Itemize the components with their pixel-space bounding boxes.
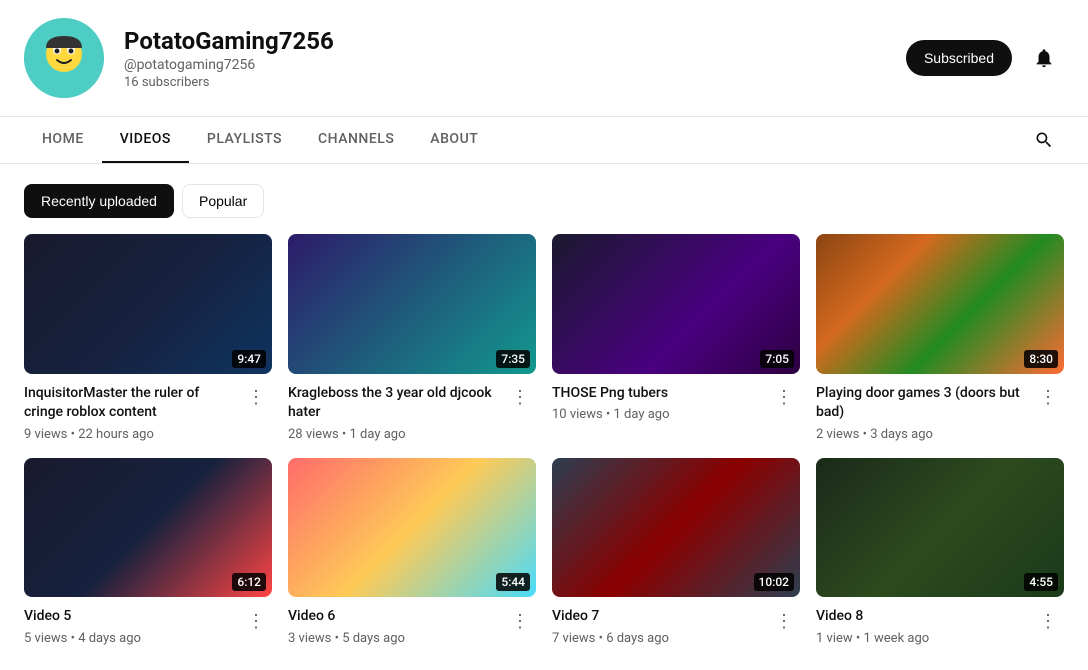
video-duration-8: 4:55 bbox=[1024, 573, 1058, 591]
video-title-3: THOSE Png tubers bbox=[552, 384, 760, 404]
video-card-5[interactable]: 6:12 Video 5 5 views • 4 days ago ⋮ bbox=[24, 458, 272, 646]
video-duration-4: 8:30 bbox=[1024, 350, 1058, 368]
video-thumbnail-1: 9:47 bbox=[24, 234, 272, 374]
video-more-button-4[interactable]: ⋮ bbox=[1032, 382, 1064, 414]
video-meta-8: Video 8 1 view • 1 week ago ⋮ bbox=[816, 607, 1064, 646]
video-thumbnail-4: 8:30 bbox=[816, 234, 1064, 374]
channel-info: PotatoGaming7256 @potatogaming7256 16 su… bbox=[124, 27, 886, 90]
video-duration-5: 6:12 bbox=[232, 573, 266, 591]
filter-popular[interactable]: Popular bbox=[182, 184, 264, 218]
header-actions: Subscribed bbox=[906, 38, 1064, 78]
video-more-button-3[interactable]: ⋮ bbox=[768, 382, 800, 414]
video-meta-7: Video 7 7 views • 6 days ago ⋮ bbox=[552, 607, 800, 646]
video-more-button-7[interactable]: ⋮ bbox=[768, 605, 800, 637]
video-stats-3: 10 views • 1 day ago bbox=[552, 407, 760, 422]
video-meta-3: THOSE Png tubers 10 views • 1 day ago ⋮ bbox=[552, 384, 800, 423]
video-title-area-2: Kragleboss the 3 year old djcook hater 2… bbox=[288, 384, 496, 442]
video-title-4: Playing door games 3 (doors but bad) bbox=[816, 384, 1024, 423]
video-card-1[interactable]: 9:47 InquisitorMaster the ruler of cring… bbox=[24, 234, 272, 442]
notification-bell-button[interactable] bbox=[1024, 38, 1064, 78]
video-meta-6: Video 6 3 views • 5 days ago ⋮ bbox=[288, 607, 536, 646]
video-title-area-5: Video 5 5 views • 4 days ago bbox=[24, 607, 232, 646]
video-title-area-1: InquisitorMaster the ruler of cringe rob… bbox=[24, 384, 232, 442]
video-title-area-6: Video 6 3 views • 5 days ago bbox=[288, 607, 496, 646]
channel-subscribers: 16 subscribers bbox=[124, 75, 886, 90]
video-title-area-3: THOSE Png tubers 10 views • 1 day ago bbox=[552, 384, 760, 423]
video-more-button-2[interactable]: ⋮ bbox=[504, 382, 536, 414]
video-card-3[interactable]: 7:05 THOSE Png tubers 10 views • 1 day a… bbox=[552, 234, 800, 442]
video-thumbnail-2: 7:35 bbox=[288, 234, 536, 374]
video-card-4[interactable]: 8:30 Playing door games 3 (doors but bad… bbox=[816, 234, 1064, 442]
search-button[interactable] bbox=[1024, 120, 1064, 160]
channel-avatar bbox=[24, 18, 104, 98]
tab-home[interactable]: HOME bbox=[24, 117, 102, 163]
video-thumbnail-3: 7:05 bbox=[552, 234, 800, 374]
video-title-6: Video 6 bbox=[288, 607, 496, 627]
video-title-7: Video 7 bbox=[552, 607, 760, 627]
video-card-8[interactable]: 4:55 Video 8 1 view • 1 week ago ⋮ bbox=[816, 458, 1064, 646]
tab-about[interactable]: ABOUT bbox=[412, 117, 496, 163]
video-stats-4: 2 views • 3 days ago bbox=[816, 427, 1024, 442]
search-icon bbox=[1034, 130, 1054, 150]
video-thumbnail-7: 10:02 bbox=[552, 458, 800, 598]
video-title-area-4: Playing door games 3 (doors but bad) 2 v… bbox=[816, 384, 1024, 442]
video-duration-7: 10:02 bbox=[754, 573, 794, 591]
video-thumbnail-5: 6:12 bbox=[24, 458, 272, 598]
video-more-button-6[interactable]: ⋮ bbox=[504, 605, 536, 637]
video-title-area-8: Video 8 1 view • 1 week ago bbox=[816, 607, 1024, 646]
filter-row: Recently uploaded Popular bbox=[0, 164, 1088, 234]
tab-channels[interactable]: CHANNELS bbox=[300, 117, 412, 163]
video-duration-6: 5:44 bbox=[496, 573, 530, 591]
video-title-1: InquisitorMaster the ruler of cringe rob… bbox=[24, 384, 232, 423]
video-more-button-8[interactable]: ⋮ bbox=[1032, 605, 1064, 637]
video-card-2[interactable]: 7:35 Kragleboss the 3 year old djcook ha… bbox=[288, 234, 536, 442]
channel-handle: @potatogaming7256 bbox=[124, 57, 886, 73]
video-duration-2: 7:35 bbox=[496, 350, 530, 368]
video-meta-1: InquisitorMaster the ruler of cringe rob… bbox=[24, 384, 272, 442]
video-more-button-1[interactable]: ⋮ bbox=[240, 382, 272, 414]
video-stats-5: 5 views • 4 days ago bbox=[24, 631, 232, 646]
video-title-2: Kragleboss the 3 year old djcook hater bbox=[288, 384, 496, 423]
video-stats-2: 28 views • 1 day ago bbox=[288, 427, 496, 442]
video-stats-8: 1 view • 1 week ago bbox=[816, 631, 1024, 646]
video-meta-4: Playing door games 3 (doors but bad) 2 v… bbox=[816, 384, 1064, 442]
video-thumbnail-6: 5:44 bbox=[288, 458, 536, 598]
video-duration-1: 9:47 bbox=[232, 350, 266, 368]
video-meta-2: Kragleboss the 3 year old djcook hater 2… bbox=[288, 384, 536, 442]
channel-nav: HOME VIDEOS PLAYLISTS CHANNELS ABOUT bbox=[0, 117, 1088, 164]
filter-recently-uploaded[interactable]: Recently uploaded bbox=[24, 184, 174, 218]
tab-playlists[interactable]: PLAYLISTS bbox=[189, 117, 300, 163]
video-title-8: Video 8 bbox=[816, 607, 1024, 627]
video-stats-6: 3 views • 5 days ago bbox=[288, 631, 496, 646]
subscribe-button[interactable]: Subscribed bbox=[906, 40, 1012, 76]
video-meta-5: Video 5 5 views • 4 days ago ⋮ bbox=[24, 607, 272, 646]
video-title-5: Video 5 bbox=[24, 607, 232, 627]
video-title-area-7: Video 7 7 views • 6 days ago bbox=[552, 607, 760, 646]
bell-icon bbox=[1033, 47, 1055, 69]
video-thumbnail-8: 4:55 bbox=[816, 458, 1064, 598]
video-stats-1: 9 views • 22 hours ago bbox=[24, 427, 232, 442]
video-more-button-5[interactable]: ⋮ bbox=[240, 605, 272, 637]
channel-name: PotatoGaming7256 bbox=[124, 27, 886, 55]
video-stats-7: 7 views • 6 days ago bbox=[552, 631, 760, 646]
tab-videos[interactable]: VIDEOS bbox=[102, 117, 189, 163]
video-card-7[interactable]: 10:02 Video 7 7 views • 6 days ago ⋮ bbox=[552, 458, 800, 646]
channel-header: PotatoGaming7256 @potatogaming7256 16 su… bbox=[0, 0, 1088, 117]
video-duration-3: 7:05 bbox=[760, 350, 794, 368]
video-grid: 9:47 InquisitorMaster the ruler of cring… bbox=[0, 234, 1088, 670]
video-card-6[interactable]: 5:44 Video 6 3 views • 5 days ago ⋮ bbox=[288, 458, 536, 646]
